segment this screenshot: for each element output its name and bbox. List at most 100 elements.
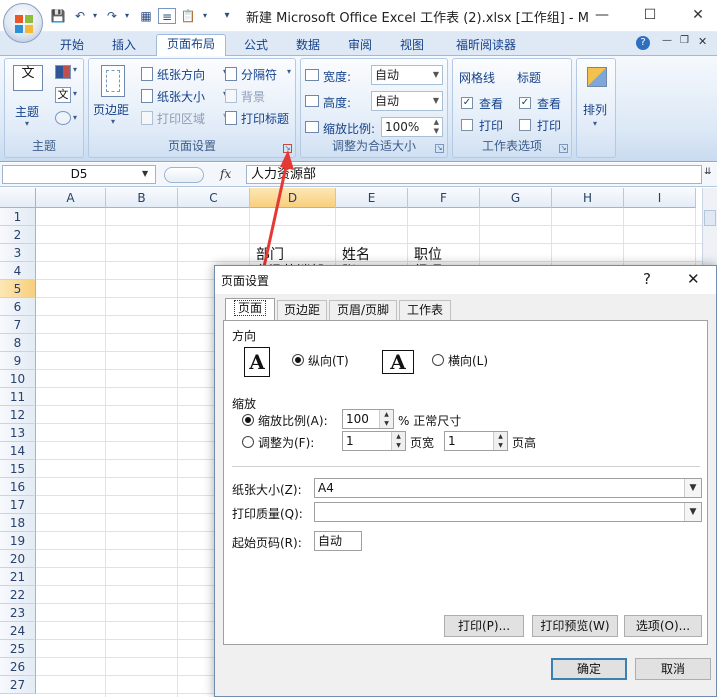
- row-header-4[interactable]: 4: [0, 262, 36, 280]
- print-preview-button[interactable]: 打印预览(W): [532, 615, 618, 637]
- row-header-13[interactable]: 13: [0, 424, 36, 442]
- background-button[interactable]: 背景: [225, 87, 289, 105]
- dialog-tab-sheet[interactable]: 工作表: [399, 300, 451, 320]
- landscape-radio[interactable]: [432, 354, 444, 366]
- row-header-7[interactable]: 7: [0, 316, 36, 334]
- headings-view-checkbox[interactable]: ✓: [519, 97, 531, 109]
- fit-wide-spinner[interactable]: 1 ▲ ▼: [342, 431, 406, 451]
- scale-percent-spinner[interactable]: 100 ▲ ▼: [342, 409, 394, 429]
- width-dropdown[interactable]: 自动 ▼: [371, 65, 443, 85]
- gridlines-print-checkbox[interactable]: [461, 119, 473, 131]
- fit-tall-spinner[interactable]: 1 ▲ ▼: [444, 431, 508, 451]
- theme-fonts-dropdown-icon[interactable]: ▾: [73, 89, 77, 98]
- formula-input[interactable]: 人力资源部: [246, 165, 702, 184]
- row-header-26[interactable]: 26: [0, 658, 36, 676]
- row-header-9[interactable]: 9: [0, 352, 36, 370]
- column-header-I[interactable]: I: [624, 188, 696, 208]
- theme-colors-icon[interactable]: [55, 65, 71, 79]
- row-header-5[interactable]: 5: [0, 280, 36, 298]
- ribbon-close-icon[interactable]: ✕: [698, 35, 707, 48]
- paper-size-dropdown-icon[interactable]: ▼: [684, 479, 701, 497]
- row-header-8[interactable]: 8: [0, 334, 36, 352]
- tab-data[interactable]: 数据: [288, 36, 328, 56]
- undo-icon[interactable]: ↶: [72, 8, 88, 24]
- column-header-C[interactable]: C: [178, 188, 250, 208]
- options-button[interactable]: 选项(O)...: [624, 615, 702, 637]
- height-dropdown[interactable]: 自动 ▼: [371, 91, 443, 111]
- column-header-H[interactable]: H: [552, 188, 624, 208]
- redo-dropdown-icon[interactable]: ▾: [122, 8, 132, 24]
- align-icon[interactable]: ≡: [158, 8, 176, 24]
- paper-size-dropdown[interactable]: A4 ▼: [314, 478, 702, 498]
- cancel-button[interactable]: 取消: [635, 658, 711, 680]
- row-header-1[interactable]: 1: [0, 208, 36, 226]
- first-page-number-input[interactable]: 自动: [314, 531, 362, 551]
- table-icon[interactable]: ▦: [138, 8, 154, 24]
- print-area-button[interactable]: 打印区域 ▾: [141, 109, 233, 127]
- column-header-B[interactable]: B: [106, 188, 178, 208]
- tab-view[interactable]: 视图: [392, 36, 432, 56]
- tab-page-layout[interactable]: 页面布局: [156, 34, 226, 57]
- tab-insert[interactable]: 插入: [104, 36, 144, 56]
- maximize-icon[interactable]: ☐: [640, 6, 660, 24]
- sheet-options-launcher-icon[interactable]: ↘: [559, 144, 568, 153]
- portrait-radio[interactable]: [292, 354, 304, 366]
- row-header-2[interactable]: 2: [0, 226, 36, 244]
- save-icon[interactable]: 💾: [50, 8, 66, 24]
- row-header-20[interactable]: 20: [0, 550, 36, 568]
- dialog-tab-margins[interactable]: 页边距: [277, 300, 327, 320]
- margins-button[interactable]: 页边距 ▾: [93, 63, 137, 133]
- tab-review[interactable]: 审阅: [340, 36, 380, 56]
- formula-cancel-enter-handle[interactable]: [164, 167, 204, 183]
- print-titles-button[interactable]: 打印标题: [225, 109, 295, 127]
- themes-button[interactable]: 文 主题 ▾: [13, 65, 45, 128]
- scale-spinner[interactable]: 100% ▲ ▼: [381, 117, 443, 137]
- print-quality-dropdown[interactable]: ▼: [314, 502, 702, 522]
- column-header-A[interactable]: A: [36, 188, 106, 208]
- expand-formula-bar-icon[interactable]: ⇊: [704, 167, 712, 177]
- size-button[interactable]: 纸张大小 ▾: [141, 87, 233, 105]
- scale-percent-spin-icon[interactable]: ▲ ▼: [379, 410, 393, 428]
- clipboard-dropdown-icon[interactable]: ▾: [200, 8, 210, 24]
- row-header-3[interactable]: 3: [0, 244, 36, 262]
- column-header-G[interactable]: G: [480, 188, 552, 208]
- dialog-title-bar[interactable]: 页面设置 ? ✕: [215, 266, 716, 294]
- column-header-E[interactable]: E: [336, 188, 408, 208]
- ribbon-minimize-icon[interactable]: —: [662, 35, 672, 46]
- row-header-6[interactable]: 6: [0, 298, 36, 316]
- print-button[interactable]: 打印(P)...: [444, 615, 524, 637]
- theme-fonts-icon[interactable]: 文: [55, 87, 71, 103]
- fit-to-radio[interactable]: [242, 436, 254, 448]
- print-quality-dropdown-icon[interactable]: ▼: [684, 503, 701, 521]
- row-header-24[interactable]: 24: [0, 622, 36, 640]
- theme-effects-icon[interactable]: [55, 111, 71, 125]
- redo-icon[interactable]: ↷: [104, 8, 120, 24]
- row-header-11[interactable]: 11: [0, 388, 36, 406]
- row-header-25[interactable]: 25: [0, 640, 36, 658]
- tab-formulas[interactable]: 公式: [236, 36, 276, 56]
- orientation-button[interactable]: 纸张方向 ▾: [141, 65, 233, 83]
- office-button[interactable]: [3, 3, 43, 43]
- tab-home[interactable]: 开始: [52, 36, 92, 56]
- row-header-14[interactable]: 14: [0, 442, 36, 460]
- customize-qat-icon[interactable]: ▾: [222, 8, 232, 24]
- undo-dropdown-icon[interactable]: ▾: [90, 8, 100, 24]
- gridlines-view-checkbox[interactable]: ✓: [461, 97, 473, 109]
- fit-tall-spin-icon[interactable]: ▲ ▼: [493, 432, 507, 450]
- name-box-dropdown-icon[interactable]: ▼: [142, 169, 148, 178]
- row-header-10[interactable]: 10: [0, 370, 36, 388]
- row-header-21[interactable]: 21: [0, 568, 36, 586]
- arrange-button[interactable]: 排列 ▾: [581, 63, 613, 135]
- close-icon[interactable]: ✕: [688, 6, 708, 24]
- row-header-23[interactable]: 23: [0, 604, 36, 622]
- row-header-17[interactable]: 17: [0, 496, 36, 514]
- dialog-close-icon[interactable]: ✕: [687, 270, 700, 288]
- clipboard-icon[interactable]: 📋: [180, 8, 196, 24]
- ok-button[interactable]: 确定: [551, 658, 627, 680]
- insert-function-icon[interactable]: fx: [220, 167, 231, 181]
- row-header-18[interactable]: 18: [0, 514, 36, 532]
- row-header-27[interactable]: 27: [0, 676, 36, 694]
- help-icon[interactable]: ?: [636, 36, 650, 50]
- minimize-icon[interactable]: —: [592, 6, 612, 24]
- theme-effects-dropdown-icon[interactable]: ▾: [73, 113, 77, 122]
